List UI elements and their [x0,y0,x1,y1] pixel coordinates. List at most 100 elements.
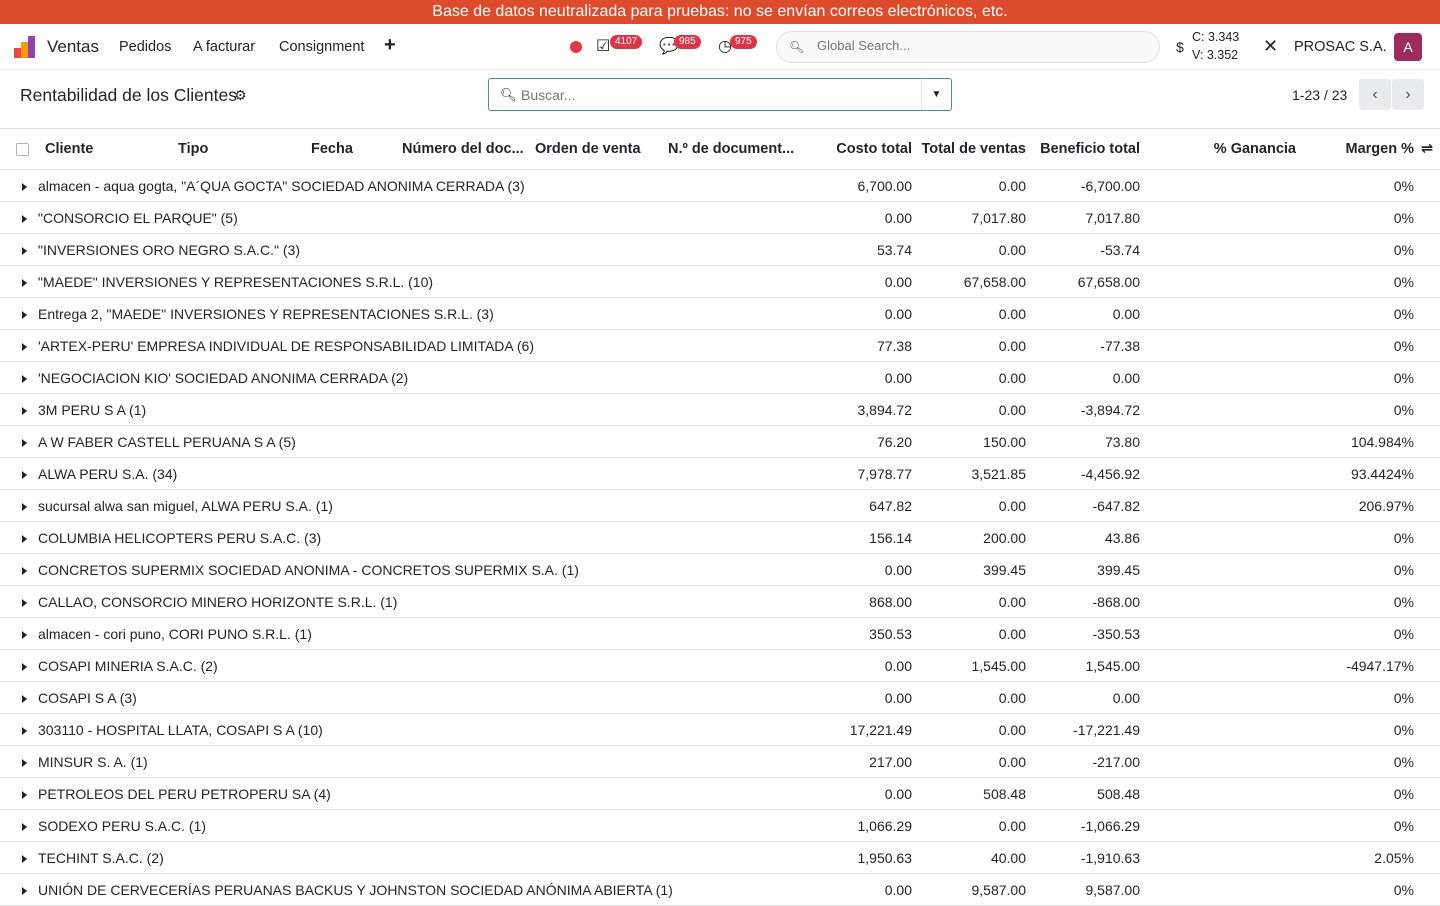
group-name-cell[interactable]: Entrega 2, "MAEDE" INVERSIONES Y REPRESE… [0,297,798,330]
select-all-checkbox[interactable] [0,128,45,170]
group-row[interactable]: PETROLEOS DEL PERU PETROPERU SA (4) 0.00 5… [0,777,1440,810]
group-row[interactable]: 'NEGOCIACION KIO' SOCIEDAD ANONIMA CERRA… [0,361,1440,394]
group-row[interactable]: 3M PERU S A (1) 3,894.72 0.00 -3,894.72 0% [0,393,1440,426]
group-name-cell[interactable]: 3M PERU S A (1) [0,393,798,426]
group-row[interactable]: ALWA PERU S.A. (34) 7,978.77 3,521.85 -4,45… [0,457,1440,490]
group-row[interactable]: Entrega 2, "MAEDE" INVERSIONES Y REPRESE… [0,297,1440,330]
caret-right-icon[interactable] [22,214,27,223]
group-name-cell[interactable]: "MAEDE" INVERSIONES Y REPRESENTACIONES S… [0,265,798,298]
group-name-cell[interactable]: CONCRETOS SUPERMIX SOCIEDAD ANONIMA - CO… [0,553,798,586]
caret-right-icon[interactable] [22,470,27,479]
group-row[interactable]: "MAEDE" INVERSIONES Y REPRESENTACIONES S… [0,265,1440,298]
global-search-box[interactable]: 🔍︎ [776,31,1160,63]
caret-right-icon[interactable] [22,726,27,735]
group-name-cell[interactable]: UNIÓN DE CERVECERÍAS PERUANAS BACKUS Y J… [0,873,798,906]
caret-right-icon[interactable] [22,630,27,639]
caret-right-icon[interactable] [22,854,27,863]
search-bar[interactable]: 🔍︎ ▼ [488,78,952,111]
user-avatar[interactable]: A [1394,33,1422,61]
group-row[interactable]: A W FABER CASTELL PERUANA S A (5) 76.20 15… [0,425,1440,458]
caret-right-icon[interactable] [22,534,27,543]
column-margen[interactable]: Margen % [1296,128,1414,170]
group-name-cell[interactable]: "INVERSIONES ORO NEGRO S.A.C." (3) [0,233,798,266]
group-name-cell[interactable]: COSAPI S A (3) [0,681,798,714]
group-name-cell[interactable]: MINSUR S. A. (1) [0,745,798,778]
caret-right-icon[interactable] [22,374,27,383]
group-name-cell[interactable]: A W FABER CASTELL PERUANA S A (5) [0,425,798,458]
group-name-cell[interactable]: PETROLEOS DEL PERU PETROPERU SA (4) [0,777,798,810]
group-row[interactable]: CONCRETOS SUPERMIX SOCIEDAD ANONIMA - CO… [0,553,1440,586]
group-name-cell[interactable]: almacen - cori puno, CORI PUNO S.R.L. (1… [0,617,798,650]
menu-pedidos[interactable]: Pedidos [119,39,171,55]
debug-tools-icon[interactable]: ✕ [1263,36,1278,57]
caret-right-icon[interactable] [22,438,27,447]
add-menu-icon[interactable]: + [384,34,396,57]
column-pct-ganancia[interactable]: % Ganancia [1140,128,1296,170]
group-row[interactable]: sucursal alwa san miguel, ALWA PERU S.A.… [0,489,1440,522]
column-numero-doc[interactable]: Número del doc... [402,128,535,170]
app-logo-icon[interactable] [14,36,38,58]
caret-right-icon[interactable] [22,886,27,895]
caret-right-icon[interactable] [22,406,27,415]
group-name-cell[interactable]: TECHINT S.A.C. (2) [0,841,798,874]
group-row[interactable]: COSAPI S A (3) 0.00 0.00 0.00 0% [0,681,1440,714]
caret-right-icon[interactable] [22,182,27,191]
caret-right-icon[interactable] [22,310,27,319]
column-beneficio-total[interactable]: Beneficio total [1026,128,1140,170]
group-name-cell[interactable]: 'ARTEX-PERU' EMPRESA INDIVIDUAL DE RESPO… [0,329,798,362]
search-input[interactable] [521,87,901,103]
column-num-documento[interactable]: N.º de document... [668,128,798,170]
column-total-ventas[interactable]: Total de ventas [912,128,1026,170]
global-search-input[interactable] [817,38,1137,53]
group-name-cell[interactable]: SODEXO PERU S.A.C. (1) [0,809,798,842]
pager-value[interactable]: 1-23 / 23 [1292,87,1347,103]
group-row[interactable]: TECHINT S.A.C. (2) 1,950.63 40.00 -1,910.63… [0,841,1440,874]
menu-a-facturar[interactable]: A facturar [193,39,255,55]
group-name-cell[interactable]: almacen - aqua gogta, "A´QUA GOCTA" SOCI… [0,169,798,202]
group-name-cell[interactable]: COLUMBIA HELICOPTERS PERU S.A.C. (3) [0,521,798,554]
group-row[interactable]: MINSUR S. A. (1) 217.00 0.00 -217.00 0% [0,745,1440,778]
group-name-cell[interactable]: 303110 - HOSPITAL LLATA, COSAPI S A (10) [0,713,798,746]
menu-consignment[interactable]: Consignment [279,39,364,55]
caret-right-icon[interactable] [22,822,27,831]
group-name-cell[interactable]: "CONSORCIO EL PARQUE" (5) [0,201,798,234]
group-name-cell[interactable]: 'NEGOCIACION KIO' SOCIEDAD ANONIMA CERRA… [0,361,798,394]
app-brand[interactable]: Ventas [47,37,99,57]
pager-next-button[interactable]: › [1392,79,1424,110]
column-orden-venta[interactable]: Orden de venta [535,128,668,170]
gear-icon[interactable]: ⚙ [234,87,247,104]
search-options-toggle[interactable]: ▼ [921,79,951,110]
caret-right-icon[interactable] [22,502,27,511]
group-row[interactable]: CALLAO, CONSORCIO MINERO HORIZONTE S.R.L… [0,585,1440,618]
optional-columns-icon[interactable]: ⇌ [1414,128,1440,170]
group-row[interactable]: 'ARTEX-PERU' EMPRESA INDIVIDUAL DE RESPO… [0,329,1440,362]
group-row[interactable]: COSAPI MINERIA S.A.C. (2) 0.00 1,545.00 1,5… [0,649,1440,682]
group-row[interactable]: UNIÓN DE CERVECERÍAS PERUANAS BACKUS Y J… [0,873,1440,906]
group-row[interactable]: almacen - aqua gogta, "A´QUA GOCTA" SOCI… [0,169,1440,202]
company-switcher[interactable]: PROSAC S.A. [1294,39,1387,55]
caret-right-icon[interactable] [22,662,27,671]
column-fecha[interactable]: Fecha [311,128,402,170]
column-tipo[interactable]: Tipo [178,128,311,170]
group-name-cell[interactable]: COSAPI MINERIA S.A.C. (2) [0,649,798,682]
column-cliente[interactable]: Cliente [45,128,178,170]
caret-right-icon[interactable] [22,566,27,575]
pager-previous-button[interactable]: ‹ [1359,79,1391,110]
column-costo-total[interactable]: Costo total [798,128,912,170]
group-name-cell[interactable]: ALWA PERU S.A. (34) [0,457,798,490]
recording-dot-icon[interactable] [570,41,582,53]
caret-right-icon[interactable] [22,694,27,703]
caret-right-icon[interactable] [22,278,27,287]
caret-right-icon[interactable] [22,246,27,255]
group-row[interactable]: "INVERSIONES ORO NEGRO S.A.C." (3) 53.74 0… [0,233,1440,266]
group-name-cell[interactable]: CALLAO, CONSORCIO MINERO HORIZONTE S.R.L… [0,585,798,618]
group-row[interactable]: "CONSORCIO EL PARQUE" (5) 0.00 7,017.80 7,0… [0,201,1440,234]
caret-right-icon[interactable] [22,790,27,799]
caret-right-icon[interactable] [22,342,27,351]
caret-right-icon[interactable] [22,598,27,607]
group-row[interactable]: almacen - cori puno, CORI PUNO S.R.L. (1… [0,617,1440,650]
caret-right-icon[interactable] [22,758,27,767]
group-row[interactable]: 303110 - HOSPITAL LLATA, COSAPI S A (10)… [0,713,1440,746]
group-name-cell[interactable]: sucursal alwa san miguel, ALWA PERU S.A.… [0,489,798,522]
group-row[interactable]: SODEXO PERU S.A.C. (1) 1,066.29 0.00 -1,066… [0,809,1440,842]
